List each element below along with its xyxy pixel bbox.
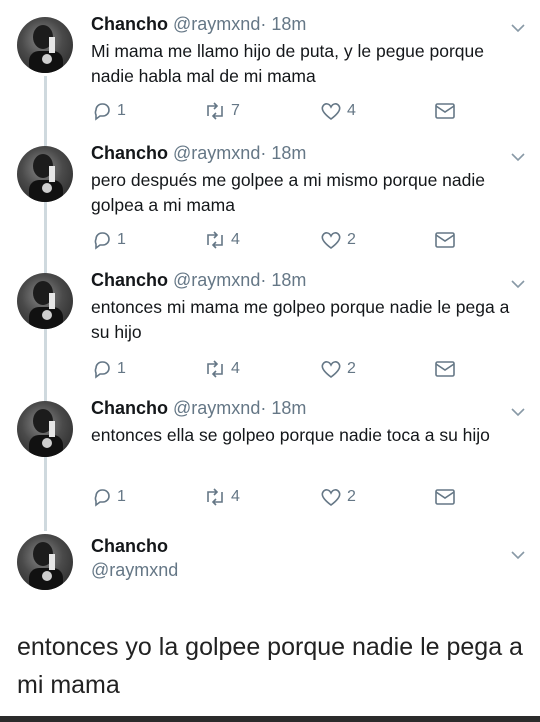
reply-count: 1 <box>117 488 126 505</box>
tweet-actions: 1 7 4 <box>91 99 471 123</box>
username[interactable]: @raymxnd <box>173 143 260 163</box>
username[interactable]: @raymxnd <box>173 398 260 418</box>
display-name[interactable]: Chancho <box>91 398 168 418</box>
username[interactable]: @raymxnd <box>173 270 260 290</box>
caption-text: entonces yo la golpee porque nadie le pe… <box>17 633 523 699</box>
retweet-button[interactable]: 4 <box>203 228 240 252</box>
display-name[interactable]: Chancho <box>91 14 168 34</box>
timestamp[interactable]: · 18m <box>260 270 306 290</box>
avatar[interactable] <box>17 273 73 329</box>
heart-icon <box>321 361 341 379</box>
chevron-down-icon[interactable] <box>509 546 527 564</box>
like-count: 2 <box>347 488 356 505</box>
retweet-button[interactable]: 4 <box>203 357 240 381</box>
envelope-icon <box>435 232 455 248</box>
chevron-down-icon[interactable] <box>509 403 527 421</box>
like-button[interactable]: 2 <box>319 485 356 509</box>
author-info: Chancho @raymxnd <box>91 534 178 582</box>
like-count: 4 <box>347 102 356 119</box>
tweet-text: pero después me golpee a mi mismo porque… <box>91 170 485 215</box>
reply-button[interactable]: 1 <box>91 99 126 123</box>
retweet-icon <box>207 102 223 120</box>
tweet-header: Chancho @raymxnd· 18m <box>91 397 306 419</box>
avatar[interactable] <box>17 17 73 73</box>
reply-count: 1 <box>117 360 126 377</box>
reply-count: 1 <box>117 231 126 248</box>
tweet-header: Chancho @raymxnd· 18m <box>91 142 306 164</box>
direct-message-button[interactable] <box>433 228 457 252</box>
retweet-count: 4 <box>231 360 240 377</box>
heart-icon <box>321 232 341 250</box>
retweet-count: 7 <box>231 102 240 119</box>
reply-button[interactable]: 1 <box>91 485 126 509</box>
reply-icon <box>94 103 110 121</box>
direct-message-button[interactable] <box>433 357 457 381</box>
retweet-button[interactable]: 4 <box>203 485 240 509</box>
retweet-icon <box>207 360 223 378</box>
tweet-text: entonces mi mama me golpeo porque nadie … <box>91 297 510 342</box>
tweet-actions: 1 4 2 <box>91 485 471 509</box>
username[interactable]: @raymxnd <box>173 14 260 34</box>
chevron-down-icon[interactable] <box>509 275 527 293</box>
reply-button[interactable]: 1 <box>91 357 126 381</box>
retweet-icon <box>207 231 223 249</box>
timestamp[interactable]: · 18m <box>260 143 306 163</box>
bottom-edge-bar <box>0 716 540 722</box>
reply-count: 1 <box>117 102 126 119</box>
tweet-actions: 1 4 2 <box>91 228 471 252</box>
tweet-actions: 1 4 2 <box>91 357 471 381</box>
chevron-down-icon[interactable] <box>509 19 527 37</box>
reply-icon <box>94 489 110 507</box>
envelope-icon <box>435 489 455 505</box>
tweet-text: entonces ella se golpeo porque nadie toc… <box>91 425 490 445</box>
tweet-text: Mi mama me llamo hijo de puta, y le pegu… <box>91 41 484 86</box>
avatar[interactable] <box>17 146 73 202</box>
chevron-down-icon[interactable] <box>509 148 527 166</box>
like-count: 2 <box>347 360 356 377</box>
display-name[interactable]: Chancho <box>91 270 168 290</box>
username[interactable]: @raymxnd <box>91 558 178 582</box>
avatar[interactable] <box>17 534 73 590</box>
reply-icon <box>94 361 110 379</box>
avatar[interactable] <box>17 401 73 457</box>
direct-message-button[interactable] <box>433 485 457 509</box>
reply-button[interactable]: 1 <box>91 228 126 252</box>
timestamp[interactable]: · 18m <box>260 14 306 34</box>
like-button[interactable]: 2 <box>319 357 356 381</box>
retweet-icon <box>207 488 223 506</box>
timestamp[interactable]: · 18m <box>260 398 306 418</box>
heart-icon <box>321 103 341 121</box>
like-button[interactable]: 2 <box>319 228 356 252</box>
display-name[interactable]: Chancho <box>91 534 178 558</box>
display-name[interactable]: Chancho <box>91 143 168 163</box>
direct-message-button[interactable] <box>433 99 457 123</box>
retweet-count: 4 <box>231 231 240 248</box>
tweet-header: Chancho @raymxnd· 18m <box>91 269 306 291</box>
retweet-count: 4 <box>231 488 240 505</box>
retweet-button[interactable]: 7 <box>203 99 240 123</box>
heart-icon <box>321 489 341 507</box>
reply-icon <box>94 232 110 250</box>
like-button[interactable]: 4 <box>319 99 356 123</box>
like-count: 2 <box>347 231 356 248</box>
tweet-header: Chancho @raymxnd· 18m <box>91 13 306 35</box>
envelope-icon <box>435 361 455 377</box>
envelope-icon <box>435 103 455 119</box>
